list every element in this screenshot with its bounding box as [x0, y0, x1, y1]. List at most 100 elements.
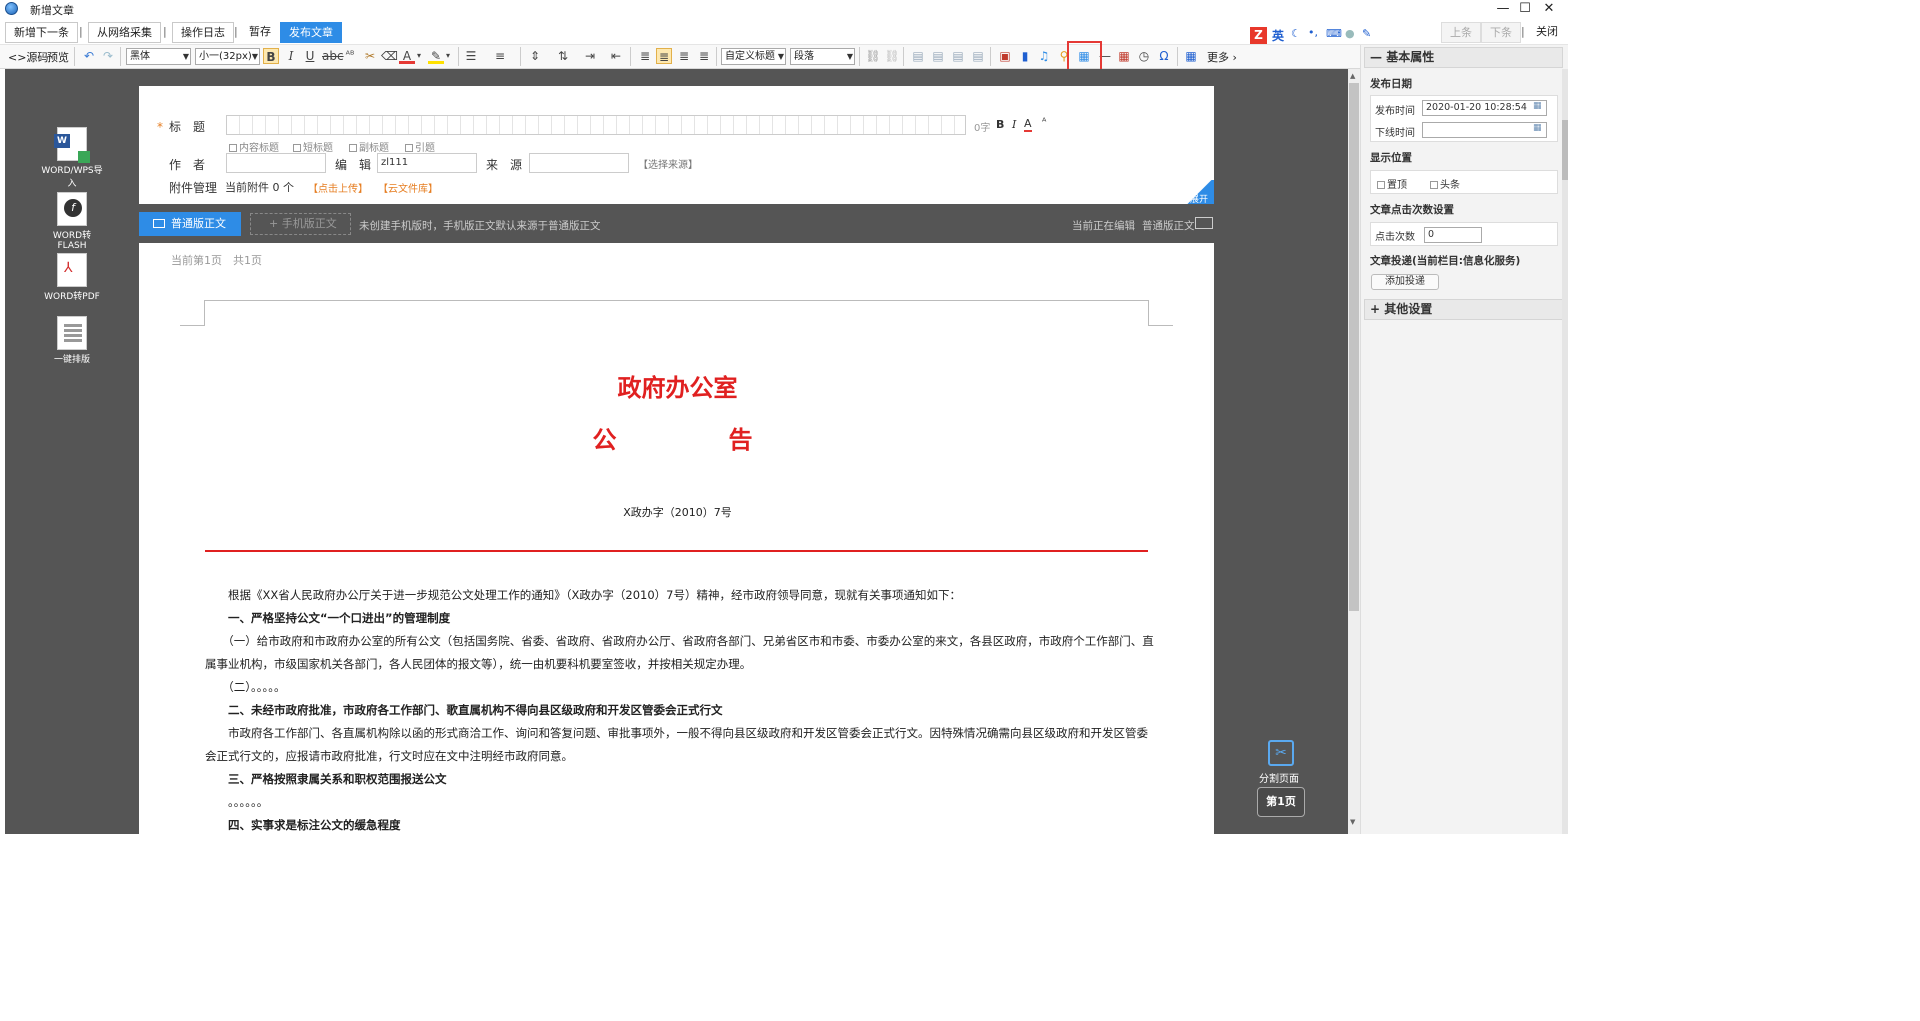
- publish-time-input[interactable]: 2020-01-20 10:28:54: [1422, 100, 1547, 116]
- panel-scrollbar-thumb[interactable]: [1562, 120, 1568, 180]
- headline-checkbox[interactable]: 头条: [1430, 176, 1460, 191]
- select-source-link[interactable]: 【选择来源】: [638, 156, 698, 171]
- insert-image-icon[interactable]: ▣: [997, 48, 1013, 64]
- offline-time-input[interactable]: [1422, 122, 1547, 138]
- underline-icon[interactable]: U: [302, 48, 318, 64]
- paragraph-spacing-icon[interactable]: ⇅: [555, 48, 571, 64]
- unordered-list-icon[interactable]: ≡: [492, 48, 508, 64]
- clear-format-icon[interactable]: ⌫: [381, 48, 398, 64]
- add-next-button[interactable]: 新增下一条: [5, 22, 78, 43]
- one-click-layout-tool[interactable]: 一键排版: [41, 316, 103, 365]
- table-icon[interactable]: ▦: [1183, 48, 1199, 64]
- prev-article-button[interactable]: 上条: [1441, 22, 1481, 43]
- align-left-icon[interactable]: ≣: [637, 48, 653, 64]
- redo-icon[interactable]: ↷: [100, 48, 116, 64]
- font-color-icon[interactable]: A: [399, 48, 415, 64]
- close-window-button[interactable]: ✕: [1538, 0, 1560, 18]
- other-settings-header[interactable]: + 其他设置: [1364, 299, 1563, 320]
- align-justify-icon[interactable]: ≣: [696, 48, 712, 64]
- image-left-icon[interactable]: ▤: [910, 48, 926, 64]
- content-title-checkbox[interactable]: 内容标题: [229, 139, 279, 154]
- tab-normal-body[interactable]: 普通版正文: [139, 212, 241, 236]
- image-none-icon[interactable]: ▤: [970, 48, 986, 64]
- author-input[interactable]: [226, 153, 326, 173]
- highlight-color-icon[interactable]: ✎: [428, 48, 444, 64]
- upload-link[interactable]: 【点击上传】: [308, 180, 368, 195]
- strikethrough-icon[interactable]: abc: [322, 48, 344, 64]
- clicks-input[interactable]: 0: [1424, 227, 1482, 243]
- heading-style-select[interactable]: 自定义标题 ▼: [721, 48, 786, 65]
- insert-date-icon[interactable]: ▦: [1116, 48, 1132, 64]
- word-to-flash-tool[interactable]: f WORD转FLASH: [41, 192, 103, 251]
- publish-article-button[interactable]: 发布文章: [280, 22, 342, 43]
- ime-settings-icon[interactable]: ✎: [1362, 27, 1371, 40]
- calendar-icon[interactable]: ▦: [1533, 101, 1542, 111]
- ime-language-toggle[interactable]: 英: [1272, 27, 1284, 44]
- ime-user-icon[interactable]: ●: [1345, 27, 1355, 40]
- editor-input[interactable]: zl111: [377, 153, 477, 173]
- image-right-icon[interactable]: ▤: [930, 48, 946, 64]
- split-page-label[interactable]: 分割页面: [1259, 770, 1299, 785]
- insert-audio-icon[interactable]: ♫: [1036, 48, 1052, 64]
- insert-time-icon[interactable]: ◷: [1136, 48, 1152, 64]
- indent-icon[interactable]: ⇥: [582, 48, 598, 64]
- save-draft-button[interactable]: 暂存: [241, 22, 279, 43]
- font-family-select[interactable]: 黑体 ▼: [126, 48, 191, 65]
- add-delivery-button[interactable]: 添加投递: [1371, 274, 1439, 290]
- font-size-select[interactable]: 小一(32px) ▼: [195, 48, 260, 65]
- paragraph-select[interactable]: 段落 ▼: [790, 48, 855, 65]
- short-title-checkbox[interactable]: 短标题: [293, 139, 333, 154]
- page-badge[interactable]: 第1页: [1257, 787, 1305, 817]
- chevron-down-icon[interactable]: ▾: [415, 48, 423, 64]
- subtitle-checkbox[interactable]: 副标题: [349, 139, 389, 154]
- title-color-icon[interactable]: A: [1024, 117, 1032, 132]
- align-right-icon[interactable]: ≣: [676, 48, 692, 64]
- title-input[interactable]: [226, 115, 966, 135]
- minimize-button[interactable]: —: [1492, 0, 1514, 18]
- format-painter-icon[interactable]: ✂: [362, 48, 378, 64]
- spellcheck-icon[interactable]: ᴬᴮ: [342, 48, 358, 64]
- calendar-icon[interactable]: ▦: [1533, 123, 1542, 133]
- source-code-button[interactable]: <>源码: [8, 49, 48, 65]
- preview-button[interactable]: 预览: [47, 49, 69, 65]
- lead-title-checkbox[interactable]: 引题: [405, 139, 435, 154]
- word-import-tool[interactable]: W WORD/WPS导入: [41, 127, 103, 189]
- unlink-icon[interactable]: ⛓: [884, 48, 900, 64]
- source-input[interactable]: [529, 153, 629, 173]
- tab-mobile-body[interactable]: + 手机版正文: [250, 213, 351, 235]
- split-page-icon[interactable]: ✂: [1268, 740, 1294, 766]
- close-button[interactable]: 关闭: [1528, 22, 1566, 43]
- divider: [990, 47, 991, 66]
- cloud-library-link[interactable]: 【云文件库】: [378, 180, 438, 195]
- web-collect-button[interactable]: 从网络采集: [88, 22, 161, 43]
- line-spacing-icon[interactable]: ⇕: [527, 48, 543, 64]
- operation-log-button[interactable]: 操作日志: [172, 22, 234, 43]
- image-center-icon[interactable]: ▤: [950, 48, 966, 64]
- bold-icon[interactable]: B: [263, 48, 279, 64]
- link-icon[interactable]: ⛓: [865, 48, 881, 64]
- scroll-up-icon[interactable]: ▲: [1350, 72, 1355, 80]
- special-char-icon[interactable]: Ω: [1156, 48, 1172, 64]
- next-article-button[interactable]: 下条: [1481, 22, 1521, 43]
- undo-icon[interactable]: ↶: [81, 48, 97, 64]
- align-center-icon[interactable]: ≣: [656, 48, 672, 64]
- ordered-list-icon[interactable]: ☰: [463, 48, 479, 64]
- scroll-down-icon[interactable]: ▼: [1350, 818, 1355, 826]
- title-italic-icon[interactable]: I: [1012, 118, 1016, 131]
- panel-scrollbar[interactable]: [1562, 69, 1568, 834]
- insert-video-icon[interactable]: ▮: [1017, 48, 1033, 64]
- outdent-icon[interactable]: ⇤: [608, 48, 624, 64]
- italic-icon[interactable]: I: [283, 48, 299, 64]
- ime-moon-icon[interactable]: ☾: [1291, 27, 1301, 40]
- scrollbar-thumb[interactable]: [1349, 83, 1359, 611]
- more-button[interactable]: 更多 ›: [1207, 49, 1237, 65]
- basic-properties-header[interactable]: — 基本属性: [1364, 47, 1563, 68]
- maximize-button[interactable]: ☐: [1514, 0, 1536, 18]
- ime-keyboard-icon[interactable]: ⌨: [1326, 27, 1342, 40]
- title-spell-icon[interactable]: ᴬ: [1042, 117, 1046, 128]
- chevron-down-icon[interactable]: ▾: [444, 48, 452, 64]
- ime-punct-icon[interactable]: •,: [1308, 26, 1318, 39]
- word-to-pdf-tool[interactable]: ⅄ WORD转PDF: [41, 253, 103, 302]
- title-bold-icon[interactable]: B: [996, 118, 1004, 131]
- pin-top-checkbox[interactable]: 置顶: [1377, 176, 1407, 191]
